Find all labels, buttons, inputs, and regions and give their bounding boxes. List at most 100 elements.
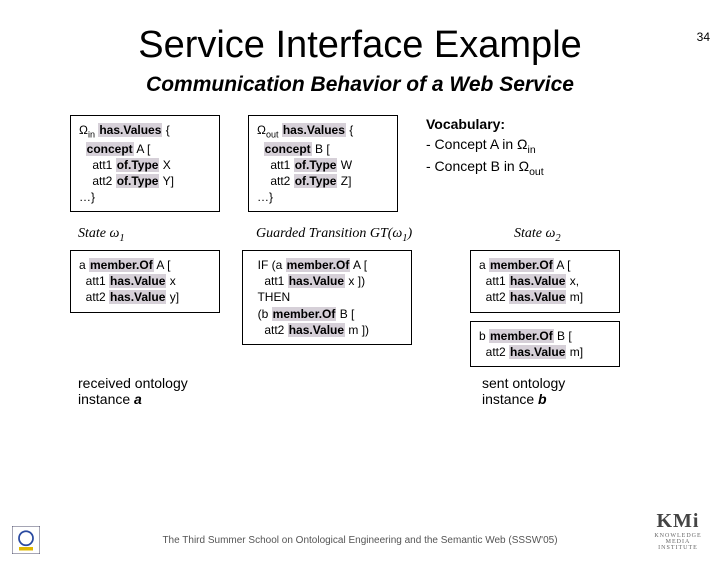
t: member.Of — [286, 258, 351, 272]
t: att2 — [79, 174, 116, 188]
row-omegas: Ωin has.Values { concept A [ att1 of.Typ… — [0, 115, 720, 212]
t: A [ — [154, 258, 171, 272]
t: { — [162, 123, 169, 137]
t: att2 — [479, 290, 509, 304]
t: B [ — [554, 329, 572, 343]
t: in — [88, 129, 95, 139]
t: att2 — [251, 323, 288, 337]
t: sent ontology — [482, 375, 642, 391]
row-members: a member.Of A [ att1 has.Value x att2 ha… — [0, 250, 720, 367]
t: has.Value — [509, 290, 566, 304]
t: att2 — [257, 174, 294, 188]
t: concept — [264, 142, 312, 156]
t: of.Type — [116, 174, 160, 188]
t: State ω — [78, 226, 119, 241]
page-subtitle: Communication Behavior of a Web Service — [0, 73, 720, 97]
t: has.Values — [282, 123, 346, 137]
t: B [ — [336, 307, 354, 321]
t: m ]) — [345, 323, 369, 337]
kmi-logo-icon: KMi KNOWLEDGEMEDIAINSTITUTE — [646, 510, 710, 560]
t: has.Value — [109, 274, 166, 288]
t: Z] — [337, 174, 351, 188]
t: Vocabulary: — [426, 116, 505, 132]
t: Ω — [257, 123, 266, 137]
t: instance — [482, 391, 538, 407]
t: has.Value — [288, 323, 345, 337]
member-a-box-state2: a member.Of A [ att1 has.Value x, att2 h… — [470, 250, 620, 313]
t: THEN — [251, 289, 403, 305]
t: 2 — [555, 233, 560, 244]
t: a — [134, 391, 142, 407]
t: att1 — [479, 274, 509, 288]
t: a — [79, 258, 89, 272]
t: has.Values — [98, 123, 162, 137]
t: of.Type — [294, 158, 338, 172]
t: b — [538, 391, 547, 407]
member-b-box-state2: b member.Of B [ att2 has.Value m] — [470, 321, 620, 367]
received-instance-label: received ontology instance a — [78, 375, 278, 407]
t: 1 — [119, 233, 124, 244]
t: att1 — [79, 158, 116, 172]
t: has.Value — [288, 274, 345, 288]
t: …} — [79, 189, 211, 205]
t: { — [346, 123, 353, 137]
page-number: 34 — [697, 30, 710, 44]
omega-out-box: Ωout has.Values { concept B [ att1 of.Ty… — [248, 115, 398, 212]
t — [79, 142, 86, 156]
t: …} — [257, 189, 389, 205]
t: member.Of — [489, 258, 554, 272]
sent-instance-label: sent ontology instance b — [482, 375, 642, 407]
row-states: State ω1 Guarded Transition GT(ω1) State… — [0, 226, 720, 244]
state-1-label: State ω1 — [78, 226, 228, 244]
row-instance-labels: received ontology instance a sent ontolo… — [0, 375, 720, 407]
member-a-box-state1: a member.Of A [ att1 has.Value x att2 ha… — [70, 250, 220, 313]
t: concept — [86, 142, 134, 156]
t: W — [337, 158, 352, 172]
t: x, — [566, 274, 579, 288]
guarded-transition-label: Guarded Transition GT(ω1) — [256, 226, 446, 244]
t: out — [529, 166, 544, 178]
t: has.Value — [509, 274, 566, 288]
t: A [ — [554, 258, 571, 272]
t: instance — [78, 391, 134, 407]
t: x — [166, 274, 175, 288]
t: State ω — [514, 226, 555, 241]
t: has.Value — [109, 290, 166, 304]
t: member.Of — [89, 258, 154, 272]
t: x ]) — [345, 274, 365, 288]
t: a — [479, 258, 489, 272]
vocabulary-block: Vocabulary: - Concept A in Ωin - Concept… — [426, 115, 544, 180]
t: att2 — [479, 345, 509, 359]
t: Guarded Transition GT(ω — [256, 226, 402, 241]
t: - Concept B in Ω — [426, 158, 529, 174]
page-title: Service Interface Example — [0, 24, 720, 67]
omega-in-box: Ωin has.Values { concept A [ att1 of.Typ… — [70, 115, 220, 212]
t: received ontology — [78, 375, 278, 391]
t: (b — [251, 307, 272, 321]
t: att1 — [251, 274, 288, 288]
t: m] — [566, 290, 583, 304]
t: b — [479, 329, 489, 343]
t: att2 — [79, 290, 109, 304]
t: member.Of — [272, 307, 337, 321]
t — [257, 142, 264, 156]
t: of.Type — [116, 158, 160, 172]
t: X — [159, 158, 170, 172]
open-university-logo-icon — [12, 526, 40, 554]
t: A [ — [350, 258, 367, 272]
t: A [ — [134, 142, 151, 156]
t: att1 — [257, 158, 294, 172]
t: m] — [566, 345, 583, 359]
t: - Concept A in Ω — [426, 136, 528, 152]
t: has.Value — [509, 345, 566, 359]
t: Y] — [159, 174, 173, 188]
t: B [ — [312, 142, 330, 156]
t: out — [266, 129, 279, 139]
state-2-label: State ω2 — [514, 226, 664, 244]
t: att1 — [79, 274, 109, 288]
guarded-transition-box: IF (a member.Of A [ att1 has.Value x ]) … — [242, 250, 412, 345]
t: of.Type — [294, 174, 338, 188]
t: in — [528, 143, 536, 155]
t: Ω — [79, 123, 88, 137]
footer-text: The Third Summer School on Ontological E… — [0, 535, 720, 546]
